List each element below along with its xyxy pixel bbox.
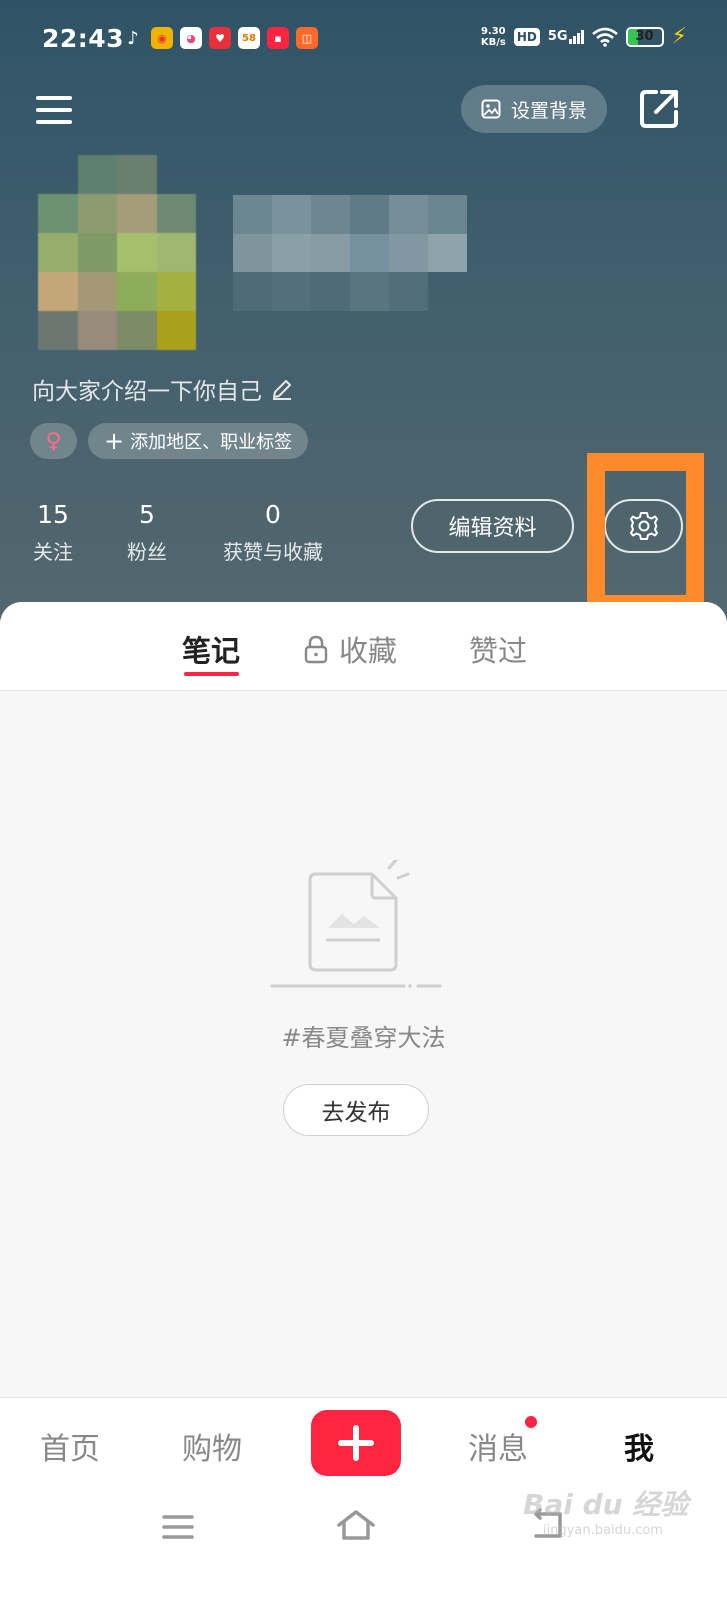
tab-collections[interactable]: 收藏 [303,628,397,670]
status-indicators: 9.30 KB/s HD 5G 30 ⚡ [481,24,687,49]
nav-shopping[interactable]: 购物 [182,1424,242,1468]
gender-tag[interactable]: ♀ [30,423,77,459]
stat-followers[interactable]: 5 粉丝 [124,500,170,565]
stat-value: 5 [139,500,155,529]
highlight-annotation-box [587,453,704,613]
female-icon: ♀ [45,428,62,454]
xiaohongshu-icon: ▪ [267,27,289,49]
username-pixelated [233,195,467,311]
hd-badge: HD [513,27,540,46]
nav-me[interactable]: 我 [624,1424,654,1468]
signal-icon: 5G [548,29,584,44]
plus-icon: + [104,427,125,455]
stat-label: 关注 [33,540,73,564]
wifi-icon [591,27,618,47]
status-app-icons: ♪ ◉ ◕ ♥ 58 ▪ ◫ [122,27,318,49]
stat-likes-collections[interactable]: 0 获赞与收藏 [218,500,328,565]
bio-text: 向大家介绍一下你自己 [32,379,262,405]
edit-profile-button[interactable]: 编辑资料 [411,499,574,553]
stat-value: 0 [265,500,281,529]
empty-state-hint: #春夏叠穿大法 [281,1024,446,1052]
plus-icon [338,1425,374,1461]
tiktok-icon: ♪ [127,27,139,49]
tab-liked[interactable]: 赞过 [469,628,527,670]
profile-content: 笔记 收藏 赞过 #春夏叠穿大法 去发布 [0,602,727,1397]
profile-tabs: 笔记 收藏 赞过 [0,602,727,691]
app-58-icon: 58 [238,27,260,49]
lock-icon [304,635,328,664]
add-tags-button[interactable]: + 添加地区、职业标签 [88,423,309,459]
avatar[interactable] [38,155,196,350]
stat-following[interactable]: 15 关注 [30,500,76,565]
app-pink-icon: ◕ [180,27,202,49]
status-time: 22:43 [42,24,125,53]
recent-apps-icon[interactable] [161,1512,195,1542]
publish-button[interactable]: 去发布 [283,1084,429,1136]
stat-label: 粉丝 [127,540,167,564]
bio-placeholder[interactable]: 向大家介绍一下你自己 [32,372,294,406]
set-background-label: 设置背景 [510,99,587,122]
weibo-icon: ◉ [151,27,173,49]
charging-icon: ⚡ [671,24,687,49]
image-icon [481,99,501,119]
nav-messages[interactable]: 消息 [468,1424,528,1468]
stat-value: 15 [37,500,69,529]
tab-notes[interactable]: 笔记 [182,628,240,670]
status-bar: 22:43 ♪ ◉ ◕ ♥ 58 ▪ ◫ 9.30 KB/s HD 5G 30 … [0,0,727,78]
create-post-button[interactable] [311,1410,401,1476]
heart-app-icon: ♥ [209,27,231,49]
edit-pencil-icon [273,380,291,400]
set-background-button[interactable]: 设置背景 [461,85,607,133]
share-icon[interactable] [636,86,682,132]
add-tags-label: 添加地区、职业标签 [130,432,293,453]
app-orange-icon: ◫ [296,27,318,49]
baidu-jingyan-watermark: Bai du 经验 jingyan.baidu.com [523,1488,689,1538]
active-tab-indicator [184,672,239,676]
empty-document-icon [270,860,442,988]
battery-icon: 30 [625,26,664,47]
notification-badge [523,1414,539,1430]
nav-home[interactable]: 首页 [40,1424,100,1468]
net-speed: 9.30 KB/s [480,25,506,48]
menu-icon[interactable] [32,90,76,130]
stat-label: 获赞与收藏 [223,540,323,564]
home-icon[interactable] [336,1508,376,1542]
